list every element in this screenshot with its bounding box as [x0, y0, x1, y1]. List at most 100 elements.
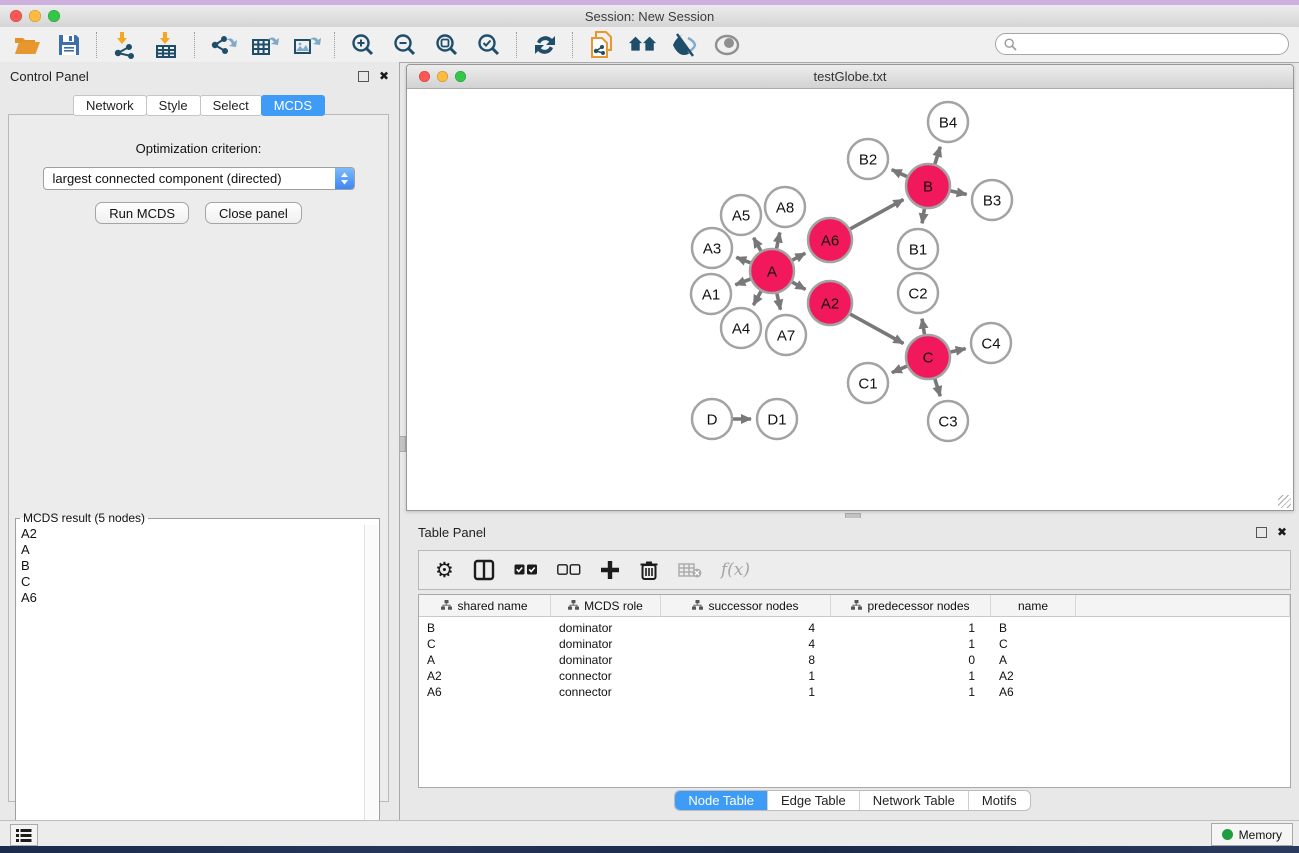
tab-select[interactable]: Select [200, 95, 262, 116]
graph-node-B1[interactable]: B1 [898, 229, 938, 269]
table-row[interactable]: A6connector11A6 [419, 684, 1290, 700]
graph-node-C[interactable]: C [906, 335, 950, 379]
graph-node-A3[interactable]: A3 [692, 228, 732, 268]
float-panel-icon[interactable] [1256, 527, 1267, 538]
table-cell[interactable]: connector [551, 684, 661, 700]
edge-A-A5[interactable] [754, 238, 761, 251]
tab-motifs[interactable]: Motifs [968, 791, 1030, 810]
graph-node-C4[interactable]: C4 [971, 323, 1011, 363]
table-cell[interactable]: 1 [661, 668, 831, 684]
edge-A-A1[interactable] [735, 279, 750, 285]
tab-network[interactable]: Network [73, 95, 147, 116]
table-row[interactable]: Cdominator41C [419, 636, 1290, 652]
graph-node-C3[interactable]: C3 [928, 401, 968, 441]
table-cell[interactable]: C [419, 636, 551, 652]
run-mcds-button[interactable]: Run MCDS [95, 202, 189, 224]
network-canvas[interactable]: B4B2BB3A5A8A6A3B1AA1C2A2A4A7C4CC1DD1C3 [407, 89, 1293, 510]
zoom-out-icon[interactable] [390, 30, 420, 60]
export-network-icon[interactable] [208, 30, 238, 60]
mcds-result-item[interactable]: C [21, 574, 365, 590]
tab-style[interactable]: Style [146, 95, 201, 116]
result-scrollbar[interactable] [364, 525, 378, 843]
mcds-result-item[interactable]: A6 [21, 590, 365, 606]
edge-C-C2[interactable] [922, 319, 924, 335]
minimize-traffic-light[interactable] [437, 71, 448, 82]
table-cell[interactable]: B [991, 620, 1076, 636]
graph-node-A4[interactable]: A4 [721, 308, 761, 348]
edge-B-B4[interactable] [935, 147, 940, 164]
search-input[interactable] [1022, 36, 1280, 52]
table-cell[interactable]: dominator [551, 636, 661, 652]
task-history-button[interactable] [10, 824, 38, 846]
table-cell[interactable]: 1 [661, 684, 831, 700]
function-builder-icon[interactable]: f(x) [721, 557, 750, 583]
graph-node-C1[interactable]: C1 [848, 363, 888, 403]
export-image-icon[interactable] [292, 30, 322, 60]
edge-C-C3[interactable] [935, 379, 940, 396]
table-cell[interactable]: 1 [831, 684, 991, 700]
import-network-icon[interactable] [110, 30, 140, 60]
graph-node-A2[interactable]: A2 [808, 281, 852, 325]
table-cell[interactable]: 1 [831, 620, 991, 636]
tab-edge-table[interactable]: Edge Table [767, 791, 859, 810]
table-cell[interactable]: A2 [419, 668, 551, 684]
graph-node-A[interactable]: A [750, 249, 794, 293]
column-selector-icon[interactable] [473, 557, 495, 583]
mcds-result-item[interactable]: B [21, 558, 365, 574]
search-field[interactable] [995, 33, 1289, 55]
graph-node-D[interactable]: D [692, 399, 732, 439]
tab-network-table[interactable]: Network Table [859, 791, 968, 810]
table-cell[interactable]: 4 [661, 636, 831, 652]
table-cell[interactable]: A6 [991, 684, 1076, 700]
mcds-result-item[interactable]: A [21, 542, 365, 558]
network-view-window[interactable]: testGlobe.txt B4B2BB3A5A8A6A3B1AA1C2A2A4… [406, 64, 1294, 511]
column-header-mcds-role[interactable]: MCDS role [551, 595, 661, 617]
column-header-name[interactable]: name [991, 595, 1076, 617]
tab-node-table[interactable]: Node Table [675, 791, 767, 810]
table-cell[interactable]: A [991, 652, 1076, 668]
save-icon[interactable] [54, 30, 84, 60]
open-folder-icon[interactable] [12, 30, 42, 60]
column-header-successor-nodes[interactable]: successor nodes [661, 595, 831, 617]
zoom-fit-icon[interactable] [432, 30, 462, 60]
graph-node-B4[interactable]: B4 [928, 102, 968, 142]
table-cell[interactable]: dominator [551, 652, 661, 668]
edge-A6-B[interactable] [850, 200, 903, 229]
column-header-predecessor-nodes[interactable]: predecessor nodes [831, 595, 991, 617]
zoom-traffic-light[interactable] [48, 10, 60, 22]
session-titlebar[interactable]: Session: New Session [0, 5, 1299, 28]
zoom-in-icon[interactable] [348, 30, 378, 60]
zoom-traffic-light[interactable] [455, 71, 466, 82]
zoom-selected-icon[interactable] [474, 30, 504, 60]
graph-node-C2[interactable]: C2 [898, 273, 938, 313]
show-eye-icon[interactable] [712, 30, 742, 60]
graph-node-A6[interactable]: A6 [808, 218, 852, 262]
table-cell[interactable]: A6 [419, 684, 551, 700]
export-table-icon[interactable] [250, 30, 280, 60]
graph-node-B[interactable]: B [906, 164, 950, 208]
close-panel-button[interactable]: Close panel [205, 202, 302, 224]
criterion-dropdown[interactable]: largest connected component (directed) [43, 167, 355, 190]
table-cell[interactable]: 1 [831, 636, 991, 652]
table-cell[interactable]: 8 [661, 652, 831, 668]
edge-A-A8[interactable] [777, 232, 780, 248]
table-cell[interactable]: B [419, 620, 551, 636]
table-cell[interactable]: connector [551, 668, 661, 684]
float-panel-icon[interactable] [358, 71, 369, 82]
graph-node-A8[interactable]: A8 [765, 187, 805, 227]
home-layout-icon[interactable] [628, 30, 658, 60]
close-traffic-light[interactable] [10, 10, 22, 22]
graph-node-A5[interactable]: A5 [721, 195, 761, 235]
edge-A-A6[interactable] [792, 253, 805, 260]
vertical-splitter-handle[interactable] [399, 436, 406, 452]
table-cell[interactable]: dominator [551, 620, 661, 636]
table-cell[interactable]: A [419, 652, 551, 668]
graph-node-B3[interactable]: B3 [972, 180, 1012, 220]
table-row[interactable]: Bdominator41B [419, 620, 1290, 636]
table-cell[interactable]: 1 [831, 668, 991, 684]
import-table-icon[interactable] [152, 30, 182, 60]
graph-node-B2[interactable]: B2 [848, 139, 888, 179]
network-window-titlebar[interactable]: testGlobe.txt [407, 65, 1293, 89]
table-cell[interactable]: C [991, 636, 1076, 652]
delete-row-icon[interactable] [639, 557, 659, 583]
